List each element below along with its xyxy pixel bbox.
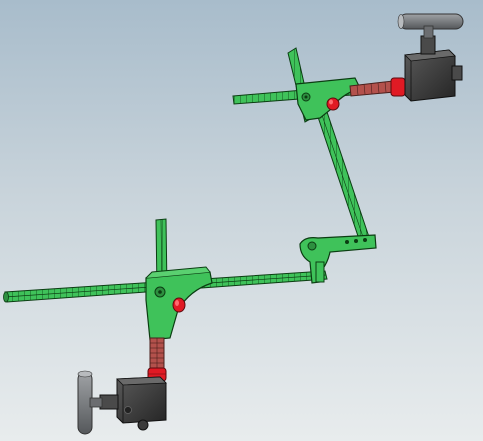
upper-valve-cap[interactable] [390,77,406,97]
assembly-model[interactable] [0,0,483,441]
upper-valve-handle[interactable] [397,13,464,39]
diagonal-rod[interactable] [317,111,371,246]
lower-lead-screw[interactable] [149,337,165,371]
lower-lock-knob[interactable] [172,297,186,313]
upper-valve-body[interactable] [404,35,463,102]
upper-lock-knob[interactable] [326,97,340,111]
lower-valve-handle[interactable] [77,370,103,435]
swivel-connector[interactable] [299,234,377,284]
cad-viewport[interactable] [0,0,483,441]
lower-valve-body[interactable] [99,376,167,431]
